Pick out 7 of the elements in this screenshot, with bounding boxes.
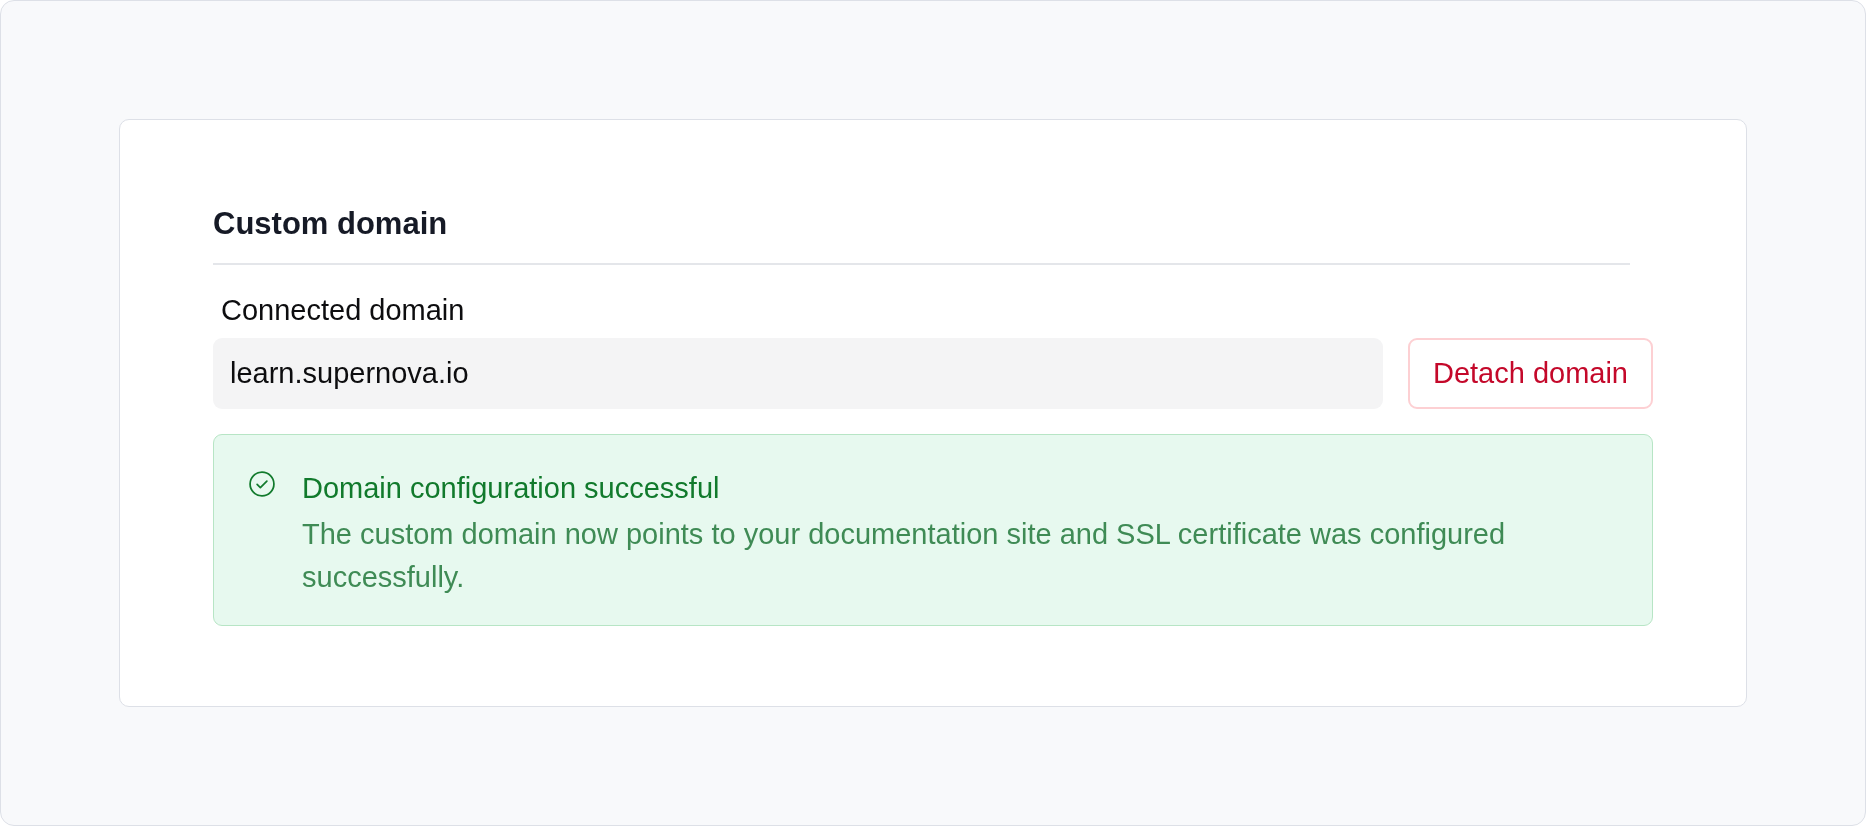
field-label: Connected domain <box>221 292 466 328</box>
alert-message: The custom domain now points to your documentation site and SSL certificate was configured successfully. <box>302 516 1507 595</box>
check-circle-icon <box>249 470 275 497</box>
alert-title: Domain configuration successful <box>302 470 721 506</box>
detach-button[interactable]: Detach domain <box>1407 337 1653 409</box>
domain-field[interactable]: learn.supernova.io <box>213 337 1383 409</box>
section-title: Custom domain <box>213 205 449 243</box>
